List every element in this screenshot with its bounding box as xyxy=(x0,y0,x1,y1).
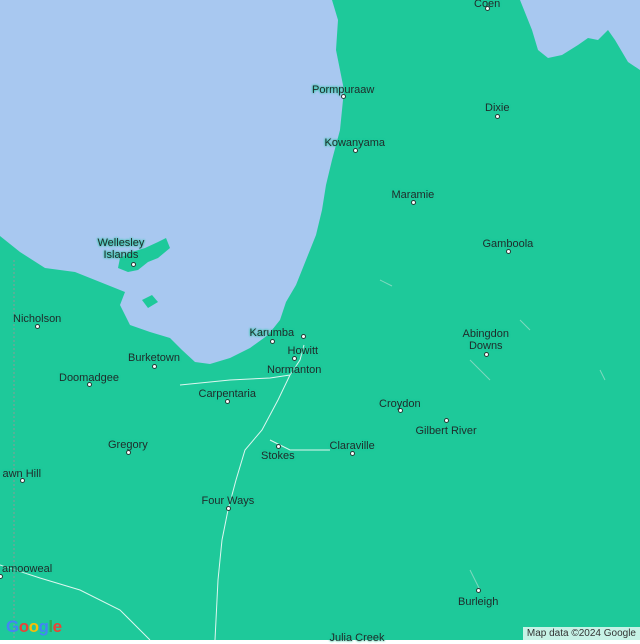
place-marker-howitt xyxy=(301,334,306,339)
place-marker-gamboola xyxy=(506,249,511,254)
place-label-wellesley[interactable]: Wellesley Islands xyxy=(98,237,145,261)
place-marker-claraville xyxy=(350,451,355,456)
place-label-normanton[interactable]: Normanton xyxy=(267,364,321,376)
place-marker-carpentaria xyxy=(225,399,230,404)
place-marker-croydon xyxy=(398,408,403,413)
place-label-karumba[interactable]: Karumba xyxy=(250,327,295,339)
place-marker-doomadgee xyxy=(87,382,92,387)
place-marker-nicholson xyxy=(35,324,40,329)
place-label-burketown[interactable]: Burketown xyxy=(128,352,180,364)
place-marker-stokes xyxy=(276,444,281,449)
place-label-camooweal[interactable]: amooweal xyxy=(2,563,52,575)
place-marker-kowanyama xyxy=(353,148,358,153)
place-marker-fourways xyxy=(226,506,231,511)
place-label-stokes[interactable]: Stokes xyxy=(261,450,295,462)
place-label-gilbert[interactable]: Gilbert River xyxy=(416,425,477,437)
place-label-juliacreek[interactable]: Julia Creek xyxy=(330,632,385,644)
place-marker-normanton xyxy=(292,356,297,361)
place-marker-pormpuraaw xyxy=(341,94,346,99)
map-attribution: Map data ©2024 Google xyxy=(522,627,640,640)
map-canvas[interactable] xyxy=(0,0,640,640)
place-marker-karumba xyxy=(270,339,275,344)
place-marker-lawnhill xyxy=(20,478,25,483)
place-label-dixie[interactable]: Dixie xyxy=(485,102,509,114)
google-logo: Google xyxy=(6,617,62,636)
place-marker-abingdon xyxy=(484,352,489,357)
place-marker-gregory xyxy=(126,450,131,455)
place-marker-gilbert xyxy=(444,418,449,423)
place-label-burleigh[interactable]: Burleigh xyxy=(458,596,498,608)
place-marker-burleigh xyxy=(476,588,481,593)
place-label-abingdon[interactable]: Abingdon Downs xyxy=(463,328,510,352)
place-marker-coen xyxy=(485,6,490,11)
place-marker-wellesley xyxy=(131,262,136,267)
place-label-howitt[interactable]: Howitt xyxy=(288,345,319,357)
place-marker-dixie xyxy=(495,114,500,119)
place-marker-burketown xyxy=(152,364,157,369)
place-marker-maramie xyxy=(411,200,416,205)
